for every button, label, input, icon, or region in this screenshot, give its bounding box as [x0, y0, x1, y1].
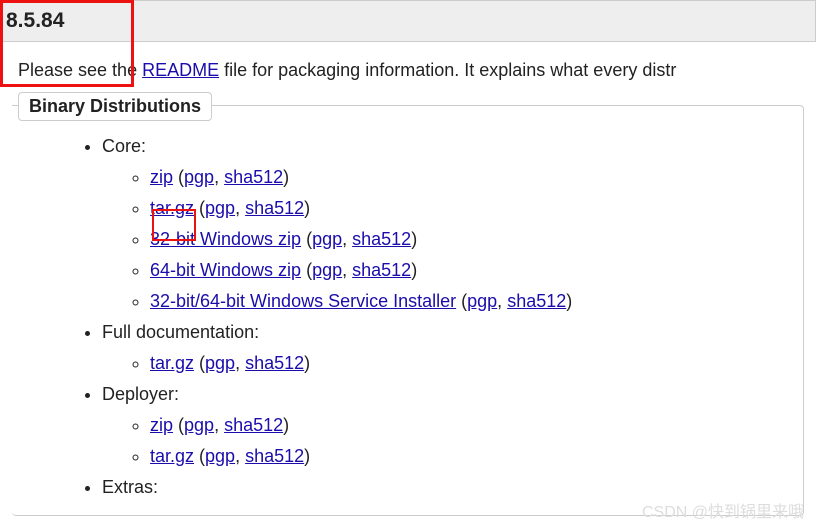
category-label: Full documentation: — [102, 322, 259, 342]
intro-suffix: file for packaging information. It expla… — [219, 60, 676, 80]
download-zip-link[interactable]: zip — [150, 415, 173, 435]
category-label: Extras: — [102, 477, 158, 497]
version-number: 8.5.84 — [6, 9, 64, 32]
download-targz-link[interactable]: tar.gz — [150, 353, 194, 373]
sha512-link[interactable]: sha512 — [224, 167, 283, 187]
download-win64zip-link[interactable]: 64-bit Windows zip — [150, 260, 301, 280]
sha512-link[interactable]: sha512 — [245, 353, 304, 373]
list-item: 32-bit/64-bit Windows Service Installer … — [150, 288, 783, 315]
list-item: 64-bit Windows zip (pgp, sha512) — [150, 257, 783, 284]
pgp-link[interactable]: pgp — [205, 446, 235, 466]
sha512-link[interactable]: sha512 — [224, 415, 283, 435]
download-wininstaller-link[interactable]: 32-bit/64-bit Windows Service Installer — [150, 291, 456, 311]
binary-distributions-section: Binary Distributions Core: zip (pgp, sha… — [12, 105, 804, 516]
pgp-link[interactable]: pgp — [184, 415, 214, 435]
download-win32zip-link[interactable]: 32-bit Windows zip — [150, 229, 301, 249]
intro-paragraph: Please see the README file for packaging… — [0, 42, 816, 81]
intro-prefix: Please see the — [18, 60, 142, 80]
pgp-link[interactable]: pgp — [205, 353, 235, 373]
category-core: Core: zip (pgp, sha512) tar.gz (pgp, sha… — [102, 133, 783, 315]
sha512-link[interactable]: sha512 — [352, 260, 411, 280]
download-targz-link[interactable]: tar.gz — [150, 446, 194, 466]
list-item: zip (pgp, sha512) — [150, 412, 783, 439]
pgp-link[interactable]: pgp — [184, 167, 214, 187]
list-item: tar.gz (pgp, sha512) — [150, 443, 783, 470]
section-title: Binary Distributions — [18, 92, 212, 121]
list-item: 32-bit Windows zip (pgp, sha512) — [150, 226, 783, 253]
version-heading: 8.5.84 — [0, 0, 816, 42]
category-label: Core: — [102, 136, 146, 156]
download-targz-link[interactable]: tar.gz — [150, 198, 194, 218]
pgp-link[interactable]: pgp — [312, 229, 342, 249]
category-extras: Extras: — [102, 474, 783, 501]
pgp-link[interactable]: pgp — [312, 260, 342, 280]
sha512-link[interactable]: sha512 — [245, 446, 304, 466]
category-fulldoc: Full documentation: tar.gz (pgp, sha512) — [102, 319, 783, 377]
readme-link[interactable]: README — [142, 60, 219, 80]
sha512-link[interactable]: sha512 — [352, 229, 411, 249]
pgp-link[interactable]: pgp — [467, 291, 497, 311]
list-item: tar.gz (pgp, sha512) — [150, 350, 783, 377]
distribution-list: Core: zip (pgp, sha512) tar.gz (pgp, sha… — [12, 133, 803, 515]
download-zip-link[interactable]: zip — [150, 167, 173, 187]
sha512-link[interactable]: sha512 — [507, 291, 566, 311]
list-item: tar.gz (pgp, sha512) — [150, 195, 783, 222]
category-label: Deployer: — [102, 384, 179, 404]
sha512-link[interactable]: sha512 — [245, 198, 304, 218]
pgp-link[interactable]: pgp — [205, 198, 235, 218]
list-item: zip (pgp, sha512) — [150, 164, 783, 191]
category-deployer: Deployer: zip (pgp, sha512) tar.gz (pgp,… — [102, 381, 783, 470]
